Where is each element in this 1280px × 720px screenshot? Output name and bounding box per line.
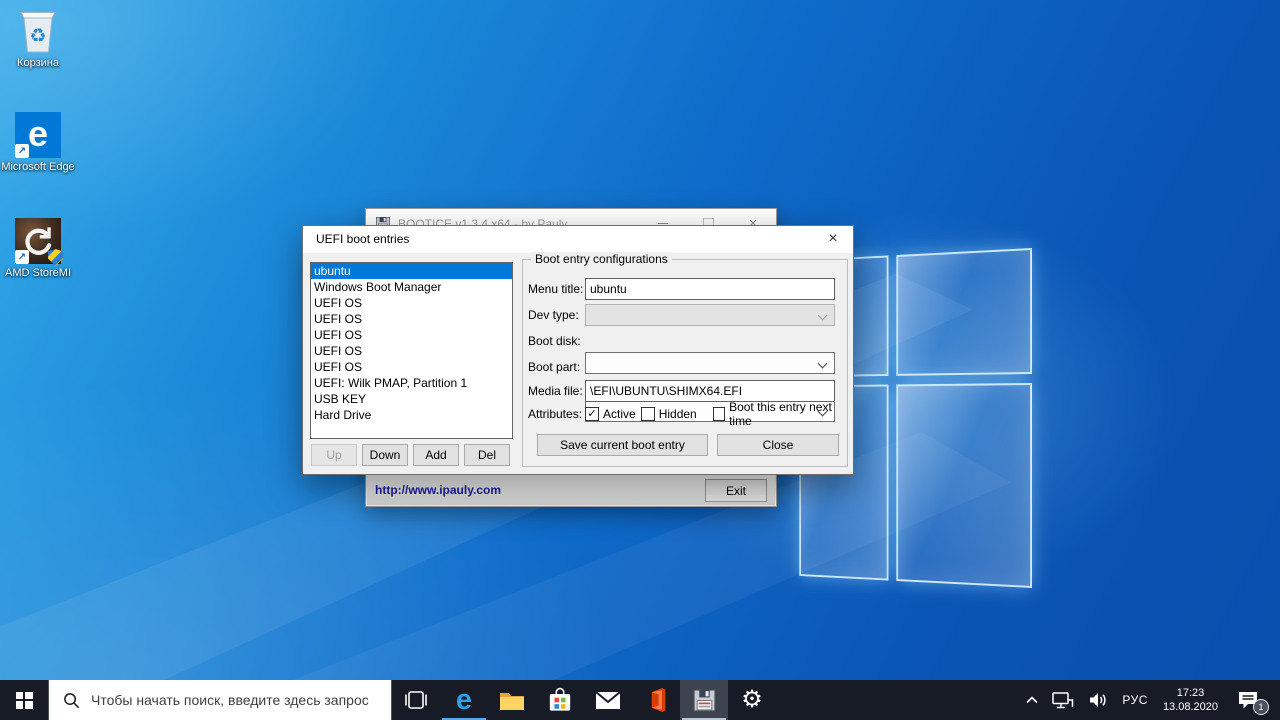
- system-tray: РУС 17:23 13.08.2020 1: [1019, 680, 1280, 720]
- desktop-icon-microsoft-edge[interactable]: e ↗ Microsoft Edge: [1, 112, 75, 174]
- task-view-icon: [404, 691, 428, 709]
- mail-icon: [595, 691, 621, 710]
- tray-time: 17:23: [1177, 687, 1205, 699]
- recycle-bin-icon: ♻: [16, 6, 60, 54]
- checkbox-active[interactable]: ✓ Active: [585, 407, 636, 421]
- attributes-label: Attributes:: [528, 403, 584, 425]
- close-icon[interactable]: ×: [819, 227, 847, 251]
- boot-entries-list[interactable]: ubuntuWindows Boot ManagerUEFI OSUEFI OS…: [310, 262, 513, 439]
- add-button[interactable]: Add: [413, 444, 459, 466]
- dialog-title: UEFI boot entries: [316, 226, 409, 253]
- checkbox-box[interactable]: [641, 407, 655, 421]
- edge-letter: e: [28, 116, 48, 152]
- checkbox-label: Hidden: [659, 407, 697, 421]
- desktop-icon-label: Корзина: [17, 57, 59, 70]
- boot-entry-item[interactable]: Windows Boot Manager: [311, 279, 512, 295]
- media-file-input[interactable]: \EFI\UBUNTU\SHIMX64.EFI: [585, 380, 835, 402]
- boot-entry-item[interactable]: UEFI OS: [311, 343, 512, 359]
- ipauly-link[interactable]: http://www.ipauly.com: [375, 483, 501, 497]
- tray-volume[interactable]: [1081, 680, 1115, 720]
- menu-title-input[interactable]: ubuntu: [585, 278, 835, 300]
- menu-title-label: Menu title:: [528, 278, 584, 300]
- recycle-symbol: ♻: [29, 26, 46, 47]
- tray-network[interactable]: [1045, 680, 1081, 720]
- bootice-statusbar: http://www.ipauly.com Exit: [367, 474, 775, 505]
- file-explorer-icon: [499, 689, 525, 711]
- taskbar-settings[interactable]: ⚙: [728, 680, 776, 720]
- gear-icon: ⚙: [741, 688, 763, 712]
- chevron-down-icon: [818, 359, 828, 369]
- taskbar-mail[interactable]: [584, 680, 632, 720]
- boot-disk-label: Boot disk:: [528, 330, 584, 352]
- desktop-icon-label: AMD StoreMI: [5, 267, 71, 280]
- windows-start-icon: [16, 692, 33, 709]
- desktop-icon-recycle-bin[interactable]: ♻ Корзина: [1, 6, 75, 70]
- floppy-disk-icon: [692, 688, 717, 713]
- boot-entry-item[interactable]: UEFI OS: [311, 311, 512, 327]
- checkbox-hidden[interactable]: Hidden: [641, 407, 697, 421]
- checkbox-label: Boot this entry next time: [729, 400, 840, 428]
- windows-logo-pane: [896, 383, 1032, 588]
- checkbox-box[interactable]: ✓: [585, 407, 599, 421]
- checkbox-label: Active: [603, 407, 636, 421]
- boot-part-label: Boot part:: [528, 356, 584, 378]
- desktop-icon-label: Microsoft Edge: [1, 161, 74, 174]
- media-file-label: Media file:: [528, 380, 584, 402]
- chevron-up-icon: [1026, 696, 1038, 704]
- boot-entry-item[interactable]: USB KEY: [311, 391, 512, 407]
- tray-clock[interactable]: 17:23 13.08.2020: [1155, 680, 1226, 720]
- taskbar-office[interactable]: [632, 680, 680, 720]
- chevron-down-icon: [818, 311, 828, 321]
- task-view-button[interactable]: [392, 680, 440, 720]
- windows-logo-pane: [896, 248, 1032, 376]
- taskbar-edge[interactable]: e: [440, 680, 488, 720]
- taskbar: Чтобы начать поиск, введите здесь запрос…: [0, 680, 1280, 720]
- action-center-button[interactable]: 1: [1226, 680, 1270, 720]
- shortcut-arrow-icon: ↗: [15, 250, 29, 264]
- search-placeholder: Чтобы начать поиск, введите здесь запрос: [91, 692, 369, 708]
- boot-entry-item[interactable]: ubuntu: [311, 263, 512, 279]
- tray-chevron-up[interactable]: [1019, 680, 1045, 720]
- checkbox-boot-this-entry-next-time[interactable]: Boot this entry next time: [713, 400, 840, 428]
- search-icon: [63, 692, 80, 709]
- boot-entry-item[interactable]: UEFI OS: [311, 359, 512, 375]
- notification-badge: 1: [1253, 699, 1269, 715]
- group-title: Boot entry configurations: [531, 252, 672, 266]
- taskbar-bootice[interactable]: [680, 680, 728, 720]
- speaker-icon: [1088, 692, 1108, 708]
- tray-date: 13.08.2020: [1163, 701, 1218, 713]
- boot-disk-dropdown[interactable]: HD0: KINGSTON SA1000M8240G (223.6 GB, C:: [585, 352, 835, 374]
- edge-icon: e: [456, 686, 472, 715]
- up-button[interactable]: Up: [311, 444, 357, 466]
- uefi-boot-entries-dialog: UEFI boot entries × ubuntuWindows Boot M…: [302, 225, 854, 475]
- checkbox-box[interactable]: [713, 407, 725, 421]
- boot-entry-item[interactable]: Hard Drive: [311, 407, 512, 423]
- attributes-checkboxes: ✓ActiveHiddenBoot this entry next time: [585, 406, 845, 422]
- del-button[interactable]: Del: [464, 444, 510, 466]
- uac-shield-icon: [48, 249, 63, 266]
- boot-entry-item[interactable]: UEFI: Wilk PMAP, Partition 1: [311, 375, 512, 391]
- boot-entry-item[interactable]: UEFI OS: [311, 295, 512, 311]
- dev-type-label: Dev type:: [528, 304, 584, 326]
- store-icon: [548, 687, 572, 713]
- taskbar-search[interactable]: Чтобы начать поиск, введите здесь запрос: [48, 680, 392, 720]
- taskbar-file-explorer[interactable]: [488, 680, 536, 720]
- desktop-icon-amd-storemi[interactable]: ↗ AMD StoreMI: [1, 218, 75, 280]
- exit-button[interactable]: Exit: [705, 479, 767, 502]
- dialog-titlebar[interactable]: UEFI boot entries ×: [303, 226, 853, 253]
- save-current-boot-entry-button[interactable]: Save current boot entry: [537, 434, 708, 456]
- edge-icon: e ↗: [15, 112, 61, 158]
- office-icon: [644, 687, 668, 713]
- dev-type-dropdown: 04 Media Device: [585, 304, 835, 326]
- amd-storemi-icon: ↗: [15, 218, 61, 264]
- start-button[interactable]: [0, 680, 48, 720]
- taskbar-store[interactable]: [536, 680, 584, 720]
- close-dialog-button[interactable]: Close: [717, 434, 839, 456]
- network-icon: [1052, 692, 1074, 709]
- tray-language[interactable]: РУС: [1115, 680, 1155, 720]
- boot-entry-item[interactable]: UEFI OS: [311, 327, 512, 343]
- shortcut-arrow-icon: ↗: [15, 144, 29, 158]
- down-button[interactable]: Down: [362, 444, 408, 466]
